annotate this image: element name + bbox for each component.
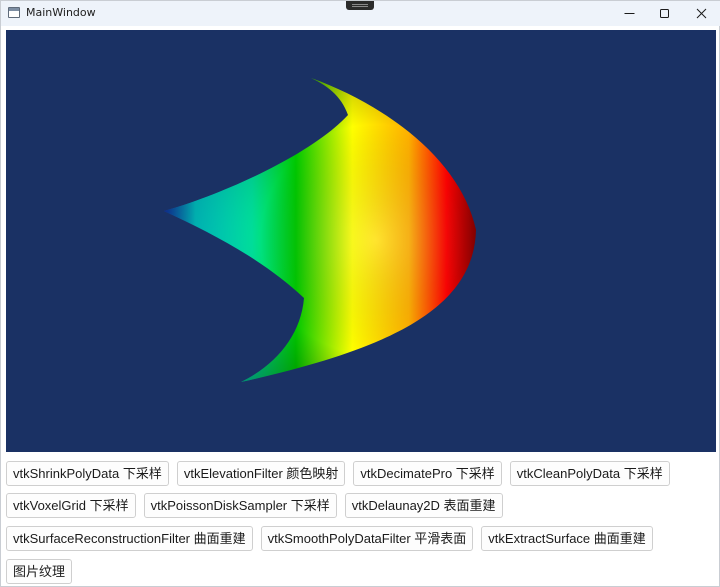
vtk-render-viewport[interactable]	[6, 30, 716, 452]
button-row-2: vtkVoxelGrid 下采样 vtkPoissonDiskSampler 下…	[6, 493, 503, 518]
title-bar[interactable]: MainWindow	[1, 1, 720, 26]
surface-reconstruction-button[interactable]: vtkSurfaceReconstructionFilter 曲面重建	[6, 526, 253, 551]
button-row-3: vtkSurfaceReconstructionFilter 曲面重建 vtkS…	[6, 526, 653, 551]
minimize-icon	[624, 13, 635, 14]
poisson-disk-sampler-button[interactable]: vtkPoissonDiskSampler 下采样	[143, 493, 337, 518]
clean-polydata-button[interactable]: vtkCleanPolyData 下采样	[509, 461, 670, 486]
minimize-button[interactable]	[612, 1, 646, 26]
button-row-4: 图片纹理	[6, 559, 73, 584]
voxel-grid-button[interactable]: vtkVoxelGrid 下采样	[6, 493, 136, 518]
elevation-filter-button[interactable]: vtkElevationFilter 颜色映射	[176, 461, 346, 486]
decimate-pro-button[interactable]: vtkDecimatePro 下采样	[353, 461, 502, 486]
maximize-icon	[660, 9, 669, 18]
close-button[interactable]	[684, 1, 718, 26]
window-title: MainWindow	[26, 6, 96, 19]
shrink-polydata-button[interactable]: vtkShrinkPolyData 下采样	[6, 461, 169, 486]
window-app-icon	[8, 7, 20, 18]
main-window: MainWindow vtkShrinkPolyData 下采样 vtkElev…	[0, 0, 720, 587]
rendered-surface	[164, 78, 476, 382]
drag-handle[interactable]	[346, 1, 374, 10]
button-row-1: vtkShrinkPolyData 下采样 vtkElevationFilter…	[6, 461, 670, 486]
image-texture-button[interactable]: 图片纹理	[6, 559, 73, 584]
close-icon	[696, 8, 707, 19]
maximize-button[interactable]	[647, 1, 681, 26]
smooth-polydata-button[interactable]: vtkSmoothPolyDataFilter 平滑表面	[260, 526, 474, 551]
extract-surface-button[interactable]: vtkExtractSurface 曲面重建	[481, 526, 653, 551]
delaunay2d-button[interactable]: vtkDelaunay2D 表面重建	[344, 493, 503, 518]
